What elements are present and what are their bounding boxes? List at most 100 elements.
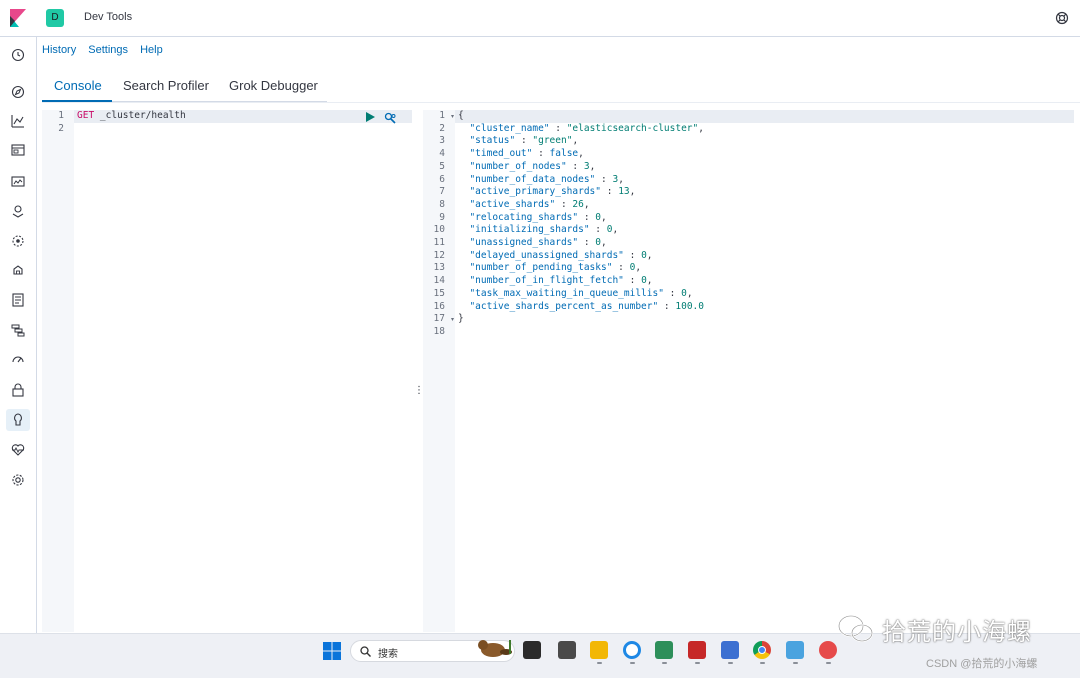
json-field-line: "cluster_name" : "elasticsearch-cluster"… bbox=[458, 123, 704, 136]
json-value: 26 bbox=[572, 198, 584, 210]
response-editor[interactable]: 1 2 3 4 5 6 7 8 9 10 11 12 13 14 15 16 17 18 ▾ ▾ { "cluster… bbox=[423, 110, 1074, 632]
json-separator: : bbox=[549, 122, 567, 134]
line-number: 15 bbox=[433, 287, 445, 299]
canvas-icon[interactable] bbox=[11, 174, 25, 188]
json-key: "unassigned_shards" bbox=[469, 237, 579, 248]
help-link[interactable]: Help bbox=[140, 44, 163, 56]
json-separator: : bbox=[578, 237, 596, 248]
snail-icon[interactable] bbox=[819, 641, 837, 659]
clock-icon[interactable] bbox=[11, 48, 25, 62]
json-trailing-comma: , bbox=[583, 198, 590, 210]
space-badge[interactable]: D bbox=[46, 9, 64, 27]
divider bbox=[42, 102, 1080, 103]
json-value: "green" bbox=[532, 135, 573, 147]
json-trailing-comma: , bbox=[572, 135, 579, 147]
running-indicator bbox=[728, 662, 733, 664]
fold-toggle-icon[interactable]: ▾ bbox=[451, 316, 454, 323]
apm-icon[interactable] bbox=[11, 323, 25, 337]
json-key: "timed_out" bbox=[469, 148, 533, 160]
line-number: 14 bbox=[433, 275, 445, 287]
photos-icon[interactable] bbox=[786, 641, 804, 659]
ml-icon[interactable] bbox=[11, 234, 25, 248]
json-key: "active_shards_percent_as_number" bbox=[469, 300, 659, 312]
json-separator: : bbox=[595, 173, 613, 185]
json-key: "status" bbox=[469, 135, 516, 147]
json-key: "relocating_shards" bbox=[469, 211, 579, 223]
request-line[interactable]: GET _cluster/health bbox=[77, 110, 186, 123]
json-separator: : bbox=[566, 160, 584, 172]
fold-toggle-icon[interactable]: ▾ bbox=[451, 113, 454, 120]
tab-grok-debugger[interactable]: Grok Debugger bbox=[229, 78, 318, 93]
box-icon[interactable] bbox=[558, 641, 576, 659]
json-trailing-comma: , bbox=[646, 275, 653, 287]
json-value: 100.0 bbox=[675, 300, 704, 312]
tab-search-profiler[interactable]: Search Profiler bbox=[123, 78, 209, 93]
uptime-icon[interactable] bbox=[11, 353, 25, 367]
line-number: 2 bbox=[439, 122, 445, 134]
json-separator: : bbox=[663, 287, 682, 299]
json-trailing-comma: , bbox=[612, 224, 619, 236]
wrench-icon[interactable] bbox=[384, 112, 396, 124]
json-separator: : bbox=[589, 224, 607, 236]
line-number: 4 bbox=[439, 148, 445, 160]
request-editor[interactable]: 1 2 GET _cluster/health bbox=[42, 110, 412, 632]
tab-console[interactable]: Console bbox=[54, 78, 102, 93]
running-indicator bbox=[597, 662, 602, 664]
json-trailing-comma: , bbox=[698, 122, 704, 134]
management-icon[interactable] bbox=[11, 473, 25, 487]
json-trailing-comma: , bbox=[646, 249, 653, 261]
response-gutter: 1 2 3 4 5 6 7 8 9 10 11 12 13 14 15 16 17 18 ▾ ▾ bbox=[423, 110, 455, 632]
kibana-logo-icon[interactable] bbox=[10, 9, 26, 27]
help-icon[interactable] bbox=[1055, 11, 1069, 25]
infrastructure-icon[interactable] bbox=[11, 263, 25, 277]
compass-icon[interactable] bbox=[11, 85, 25, 99]
line-number: 18 bbox=[433, 325, 445, 337]
json-separator: : bbox=[623, 249, 642, 261]
json-key: "active_primary_shards" bbox=[469, 186, 602, 198]
json-value: 13 bbox=[618, 186, 630, 198]
app-icon[interactable] bbox=[655, 641, 673, 659]
request-code-area[interactable]: GET _cluster/health bbox=[74, 110, 412, 632]
dashboard-icon[interactable] bbox=[11, 143, 25, 157]
json-separator: : bbox=[578, 211, 596, 223]
line-number: 6 bbox=[439, 173, 445, 185]
request-method: GET bbox=[77, 110, 95, 121]
json-separator: : bbox=[623, 275, 642, 287]
windows-start-icon[interactable] bbox=[323, 642, 341, 660]
json-key: "cluster_name" bbox=[469, 122, 550, 134]
side-nav bbox=[0, 37, 37, 633]
send-request-icon[interactable] bbox=[365, 112, 375, 122]
history-link[interactable]: History bbox=[42, 44, 76, 56]
header-bar: D Dev Tools bbox=[0, 0, 1080, 37]
json-field-line: "active_shards" : 26, bbox=[458, 198, 590, 212]
kali-icon[interactable] bbox=[688, 641, 706, 659]
maps-icon[interactable] bbox=[11, 204, 25, 218]
notepad-icon[interactable] bbox=[721, 641, 739, 659]
monitoring-icon[interactable] bbox=[11, 443, 25, 457]
terminal-icon[interactable] bbox=[523, 641, 541, 659]
line-number: 7 bbox=[439, 186, 445, 198]
folder-icon[interactable] bbox=[590, 641, 608, 659]
running-indicator bbox=[793, 662, 798, 664]
chrome-icon[interactable] bbox=[753, 641, 771, 659]
running-indicator bbox=[695, 662, 700, 664]
kibana-app: D Dev Tools History Settings Help Consol… bbox=[0, 0, 1080, 678]
response-code-area[interactable]: { "cluster_name" : "elasticsearch-cluste… bbox=[455, 110, 1074, 632]
dev-tools-icon[interactable] bbox=[11, 413, 25, 427]
edge-icon[interactable] bbox=[623, 641, 641, 659]
request-gutter: 1 2 bbox=[42, 110, 74, 632]
json-separator: : bbox=[515, 135, 533, 147]
json-trailing-comma: , bbox=[578, 148, 584, 160]
json-trailing-comma: , bbox=[589, 160, 596, 172]
chart-icon[interactable] bbox=[11, 114, 25, 128]
logs-icon[interactable] bbox=[11, 293, 25, 307]
panel-resizer[interactable]: ⋮ bbox=[414, 384, 424, 398]
siem-icon[interactable] bbox=[11, 383, 25, 397]
active-line-highlight bbox=[455, 110, 1074, 123]
settings-link[interactable]: Settings bbox=[88, 44, 128, 56]
